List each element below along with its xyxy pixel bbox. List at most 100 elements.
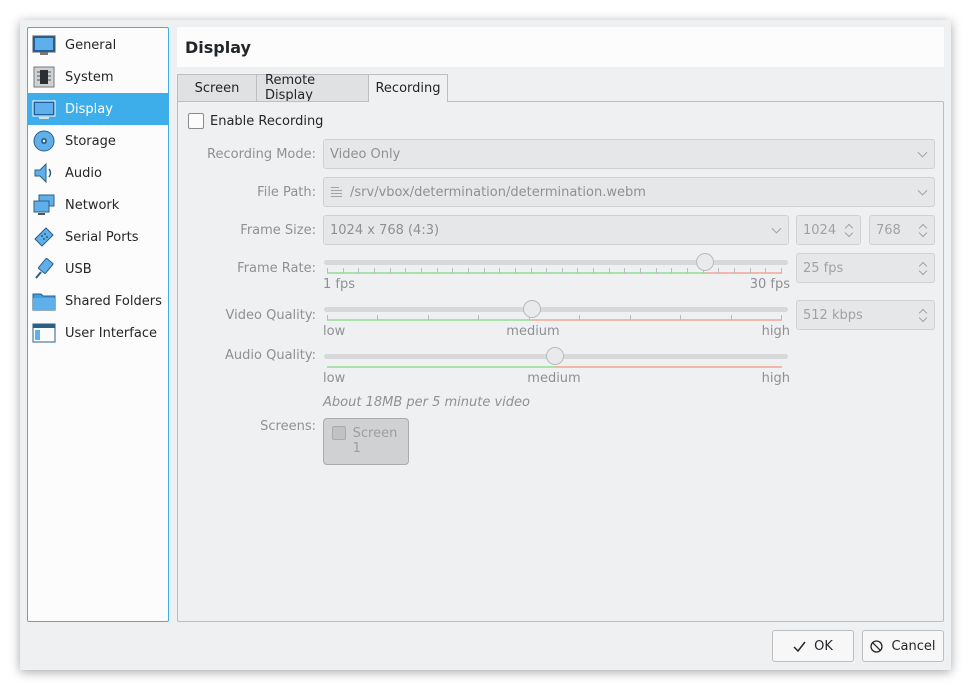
slider-ticks — [327, 268, 782, 274]
sidebar-item-audio[interactable]: Audio — [28, 157, 168, 189]
slider-track — [324, 260, 788, 265]
page-header: Display — [177, 27, 944, 67]
sidebar-item-label: Serial Ports — [65, 229, 139, 245]
slider-ticks — [327, 315, 782, 321]
slider-tick — [781, 315, 782, 320]
frame-height-spinbox[interactable]: 768 — [869, 215, 935, 245]
tab-bar: Screen Remote Display Recording — [177, 73, 448, 103]
tab-screen[interactable]: Screen — [177, 74, 257, 101]
sidebar-item-label: User Interface — [65, 325, 157, 341]
file-path-label: File Path: — [257, 185, 316, 200]
sidebar-item-shared-folders[interactable]: Shared Folders — [28, 285, 168, 317]
recording-mode-combo[interactable]: Video Only — [323, 139, 935, 169]
chevron-down-icon — [917, 147, 928, 158]
slider-tick — [781, 268, 782, 273]
frame-rate-slider[interactable] — [324, 252, 788, 276]
slider-track — [324, 307, 788, 312]
slider-tick — [452, 268, 453, 273]
slider-tick — [577, 268, 578, 273]
user-interface-icon — [32, 323, 56, 343]
storage-icon — [33, 130, 55, 152]
sidebar-item-label: Network — [65, 197, 120, 213]
sidebar-item-serial-ports[interactable]: Serial Ports — [28, 221, 168, 253]
slider-tick — [656, 268, 657, 273]
frame-size-value: 1024 x 768 (4:3) — [330, 222, 440, 238]
slider-tick — [428, 315, 429, 320]
slider-tick — [327, 315, 328, 320]
video-bitrate-spinbox[interactable]: 512 kbps — [796, 300, 935, 330]
audio-quality-low-label: low — [323, 371, 346, 386]
screen1-label: Screen 1 — [352, 426, 398, 456]
slider-tick — [377, 315, 378, 320]
enable-recording-checkbox[interactable] — [188, 113, 204, 129]
slider-tick — [630, 315, 631, 320]
audio-quality-slider[interactable] — [324, 346, 788, 370]
recording-panel: Enable Recording Recording Mode: Video O… — [177, 101, 944, 622]
frame-size-combo[interactable]: 1024 x 768 (4:3) — [323, 215, 789, 245]
file-text-icon — [331, 187, 342, 197]
cancel-button-label: Cancel — [891, 638, 936, 654]
video-quality-medium-label: medium — [506, 324, 560, 339]
frame-rate-min-label: 1 fps — [323, 277, 356, 292]
video-quality-slider-handle[interactable] — [523, 300, 541, 318]
checkmark-icon — [793, 641, 806, 652]
slider-scale-green — [327, 366, 555, 368]
slider-tick — [718, 268, 719, 273]
sidebar-item-label: Audio — [65, 165, 102, 181]
slider-tick — [437, 268, 438, 273]
video-quality-label: Video Quality: — [225, 308, 316, 323]
sidebar-item-label: General — [65, 37, 117, 53]
slider-tick — [687, 268, 688, 273]
slider-tick — [765, 268, 766, 273]
sidebar-item-general[interactable]: General — [28, 29, 168, 61]
tab-recording[interactable]: Recording — [368, 74, 448, 102]
slider-scale-red — [555, 366, 782, 368]
sidebar-item-label: USB — [65, 261, 92, 277]
ok-button[interactable]: OK — [772, 630, 854, 662]
spin-arrows-icon — [919, 260, 928, 276]
recording-mode-label: Recording Mode: — [207, 147, 316, 162]
size-estimate-text: About 18MB per 5 minute video — [323, 395, 530, 410]
file-path-combo[interactable]: /srv/vbox/determination/determination.we… — [323, 177, 935, 207]
frame-rate-spinbox[interactable]: 25 fps — [796, 253, 935, 283]
slider-tick — [478, 315, 479, 320]
frame-rate-slider-handle[interactable] — [696, 253, 714, 271]
video-bitrate-value: 512 kbps — [803, 307, 863, 323]
spin-arrows-icon — [919, 222, 928, 238]
sidebar-item-system[interactable]: System — [28, 61, 168, 93]
slider-tick — [609, 268, 610, 273]
sidebar-item-network[interactable]: Network — [28, 189, 168, 221]
sidebar-item-display[interactable]: Display — [28, 93, 168, 125]
slider-tick — [343, 268, 344, 273]
video-quality-slider[interactable] — [324, 299, 788, 323]
sidebar-item-label: Display — [65, 101, 113, 117]
audio-icon — [34, 162, 52, 184]
slider-tick — [531, 268, 532, 273]
ok-button-label: OK — [814, 638, 833, 654]
video-quality-high-label: high — [761, 324, 790, 339]
shared-folders-icon — [32, 293, 56, 311]
screen1-checkbox[interactable] — [332, 426, 346, 440]
tab-remote-display[interactable]: Remote Display — [256, 73, 369, 103]
slider-tick — [671, 268, 672, 273]
sidebar-item-user-interface[interactable]: User Interface — [28, 317, 168, 349]
general-icon — [32, 35, 56, 55]
frame-rate-max-label: 30 fps — [749, 277, 790, 292]
slider-tick — [680, 315, 681, 320]
frame-width-value: 1024 — [803, 222, 837, 238]
sidebar-item-storage[interactable]: Storage — [28, 125, 168, 157]
frame-width-spinbox[interactable]: 1024 — [796, 215, 861, 245]
slider-tick — [374, 268, 375, 273]
slider-tick — [405, 268, 406, 273]
frame-size-label: Frame Size: — [240, 223, 316, 238]
audio-quality-slider-handle[interactable] — [546, 347, 564, 365]
video-quality-low-label: low — [323, 324, 346, 339]
usb-icon — [35, 257, 54, 279]
cancel-button[interactable]: Cancel — [862, 630, 944, 662]
sidebar-item-label: Storage — [65, 133, 116, 149]
frame-rate-label: Frame Rate: — [237, 261, 316, 276]
serial-ports-icon — [34, 227, 54, 247]
chevron-down-icon — [771, 223, 782, 234]
sidebar-item-usb[interactable]: USB — [28, 253, 168, 285]
frame-height-value: 768 — [876, 222, 901, 238]
